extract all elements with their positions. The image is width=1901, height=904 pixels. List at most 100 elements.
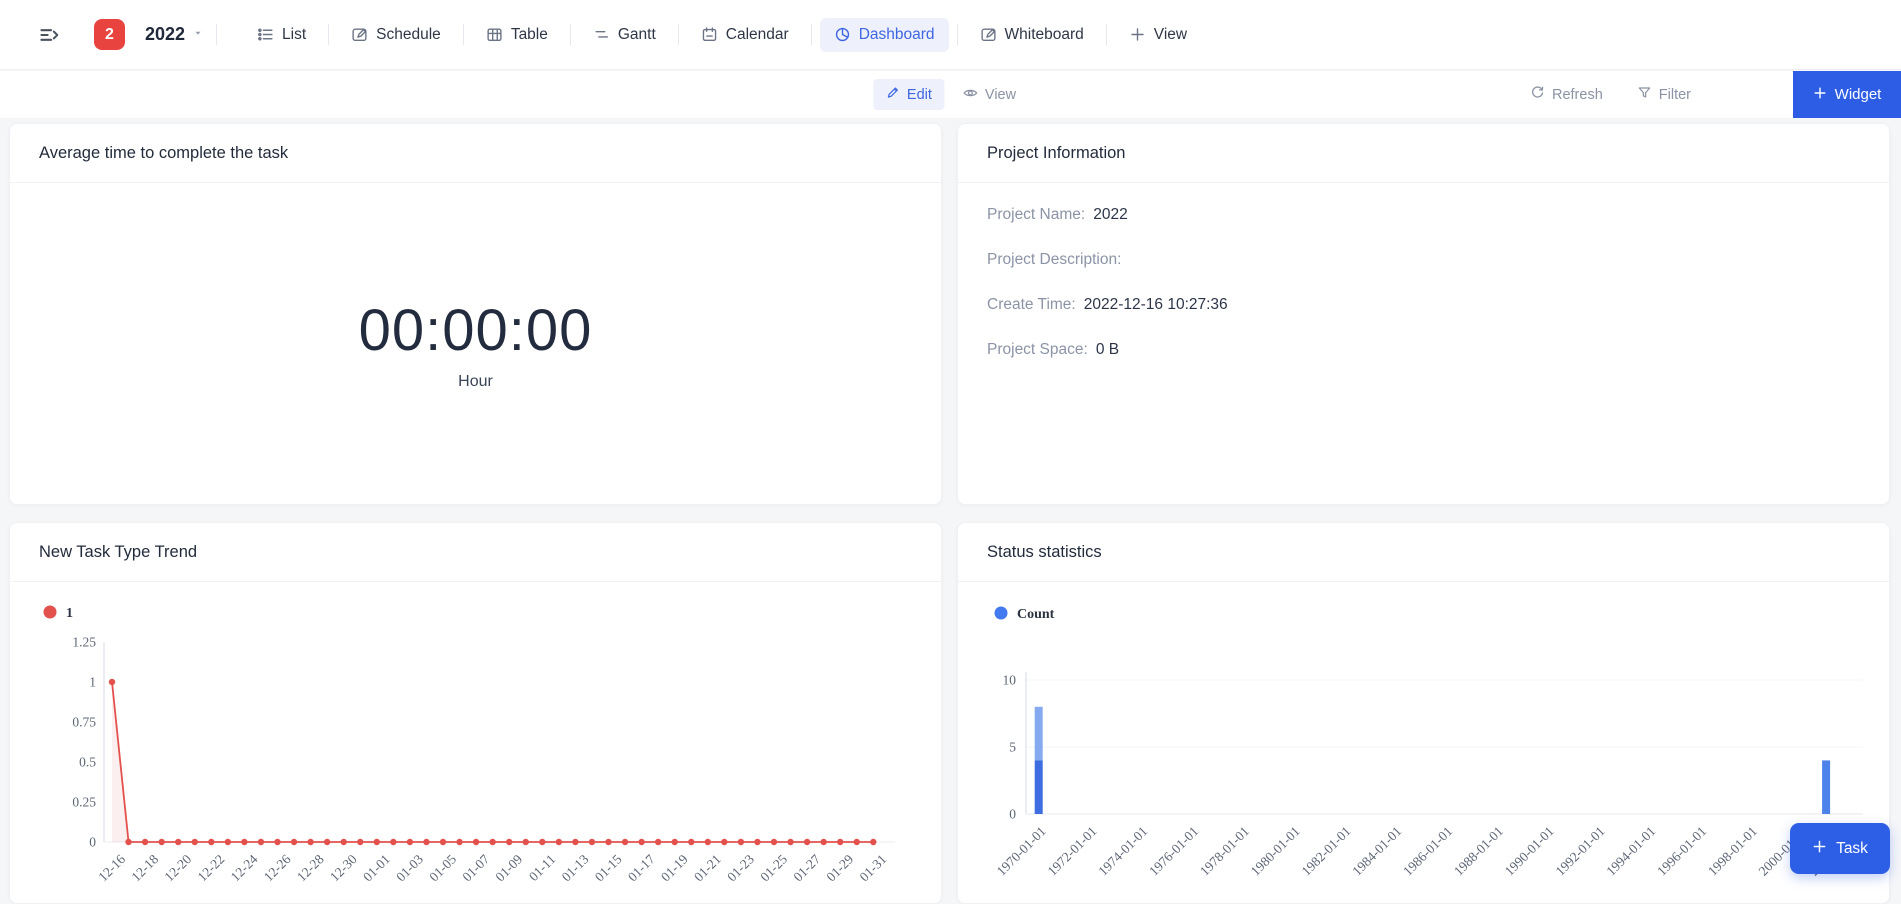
svg-text:01-17: 01-17 [625,851,658,884]
data-point [605,839,611,845]
data-point [820,839,826,845]
data-point [489,839,495,845]
bar-segment [1035,707,1043,761]
svg-text:01-21: 01-21 [691,852,724,885]
tab-view[interactable]: View [1115,18,1201,52]
data-point [638,839,644,845]
tab-label: Table [511,26,548,44]
eye-icon [962,85,978,105]
dashboard-toolbar: Edit View Refresh [0,71,1901,118]
data-point [241,839,247,845]
svg-text:10: 10 [1003,673,1017,688]
data-point [456,839,462,845]
svg-text:12-16: 12-16 [95,851,128,884]
svg-text:1986-01-01: 1986-01-01 [1400,824,1455,879]
svg-text:01-23: 01-23 [724,851,757,884]
project-info-row: Project Description: [987,248,1860,272]
edit-square-icon [351,26,368,43]
data-point [274,839,280,845]
plus-icon [1813,86,1827,104]
divider [1106,24,1107,45]
chart-legend[interactable]: 1 [44,606,74,622]
project-badge[interactable]: 2 [94,19,125,50]
refresh-label: Refresh [1552,87,1603,103]
plus-icon [1812,839,1827,859]
svg-text:1998-01-01: 1998-01-01 [1705,824,1760,879]
tab-calendar[interactable]: Calendar [687,18,803,52]
data-point [506,839,512,845]
card-project-information: Project Information Project Name:2022Pro… [957,123,1890,505]
data-point [109,679,115,685]
toolbar-actions: Refresh Filter [1530,71,1691,118]
chevron-down-icon [192,27,204,42]
svg-text:0.25: 0.25 [72,795,96,810]
divider [216,24,217,45]
svg-text:01-29: 01-29 [823,851,856,884]
divider [811,24,812,45]
tab-list[interactable]: List [243,18,320,52]
chart-legend[interactable]: Count [995,607,1055,623]
svg-text:01-01: 01-01 [360,852,393,885]
data-point [721,839,727,845]
card-new-task-type-trend: New Task Type Trend 100.250.50.7511.2512… [9,522,942,904]
tab-gantt[interactable]: Gantt [579,18,670,52]
task-label: Task [1836,840,1868,858]
timer-value: 00:00:00 [359,297,593,364]
filter-button[interactable]: Filter [1637,85,1691,104]
svg-text:01-13: 01-13 [559,851,592,884]
svg-text:01-09: 01-09 [492,851,525,884]
data-point [589,839,595,845]
topbar: 2 2022 List Schedule Table Gantt Calendar Das… [0,0,1901,70]
tab-label: View [1154,26,1187,44]
project-info-row: Project Space:0 B [987,338,1860,362]
add-widget-button[interactable]: Widget [1793,71,1901,118]
data-point [390,839,396,845]
info-value: 2022 [1093,206,1127,224]
project-info-row: Create Time:2022-12-16 10:27:36 [987,293,1860,317]
svg-text:01-15: 01-15 [592,851,625,884]
data-point [787,839,793,845]
svg-text:1984-01-01: 1984-01-01 [1349,824,1404,879]
refresh-button[interactable]: Refresh [1530,85,1603,104]
add-task-button[interactable]: Task [1790,823,1890,874]
info-label: Project Description: [987,251,1121,269]
line-chart-canvas: 100.250.50.7511.2512-1612-1812-2012-2212… [10,583,942,904]
tab-label: Schedule [376,26,441,44]
data-point [440,839,446,845]
info-label: Project Name: [987,206,1085,224]
view-tabs: List Schedule Table Gantt Calendar Dashboard W… [239,0,1205,69]
card-status-statistics: Status statistics Count05101970-01-01197… [957,522,1890,904]
data-point [556,839,562,845]
view-mode-button[interactable]: View [962,79,1028,111]
svg-text:12-20: 12-20 [161,851,194,884]
data-point [804,839,810,845]
data-point [870,839,876,845]
edit-mode-button[interactable]: Edit [873,79,944,110]
project-selector[interactable]: 2022 [145,24,204,45]
svg-text:12-28: 12-28 [294,851,327,884]
filter-icon [1637,85,1652,104]
svg-text:12-22: 12-22 [195,852,228,885]
svg-text:12-26: 12-26 [261,851,294,884]
data-point [341,839,347,845]
data-point [125,839,131,845]
tab-table[interactable]: Table [472,18,562,52]
tab-dashboard[interactable]: Dashboard [820,18,949,52]
svg-text:1994-01-01: 1994-01-01 [1603,824,1658,879]
svg-text:1972-01-01: 1972-01-01 [1044,824,1099,879]
svg-text:1982-01-01: 1982-01-01 [1298,824,1353,879]
data-point [738,839,744,845]
data-point [291,839,297,845]
divider [678,24,679,45]
data-point [705,839,711,845]
svg-text:1978-01-01: 1978-01-01 [1197,824,1252,879]
tab-schedule[interactable]: Schedule [337,18,455,52]
trend-line-chart: 100.250.50.7511.2512-1612-1812-2012-2212… [10,583,941,903]
divider [463,24,464,45]
tab-label: Whiteboard [1005,26,1084,44]
svg-text:12-30: 12-30 [327,851,360,884]
tab-whiteboard[interactable]: Whiteboard [966,18,1098,52]
sidebar-expand-icon[interactable] [38,23,62,47]
svg-text:0: 0 [1009,807,1016,822]
view-label: View [985,87,1016,103]
